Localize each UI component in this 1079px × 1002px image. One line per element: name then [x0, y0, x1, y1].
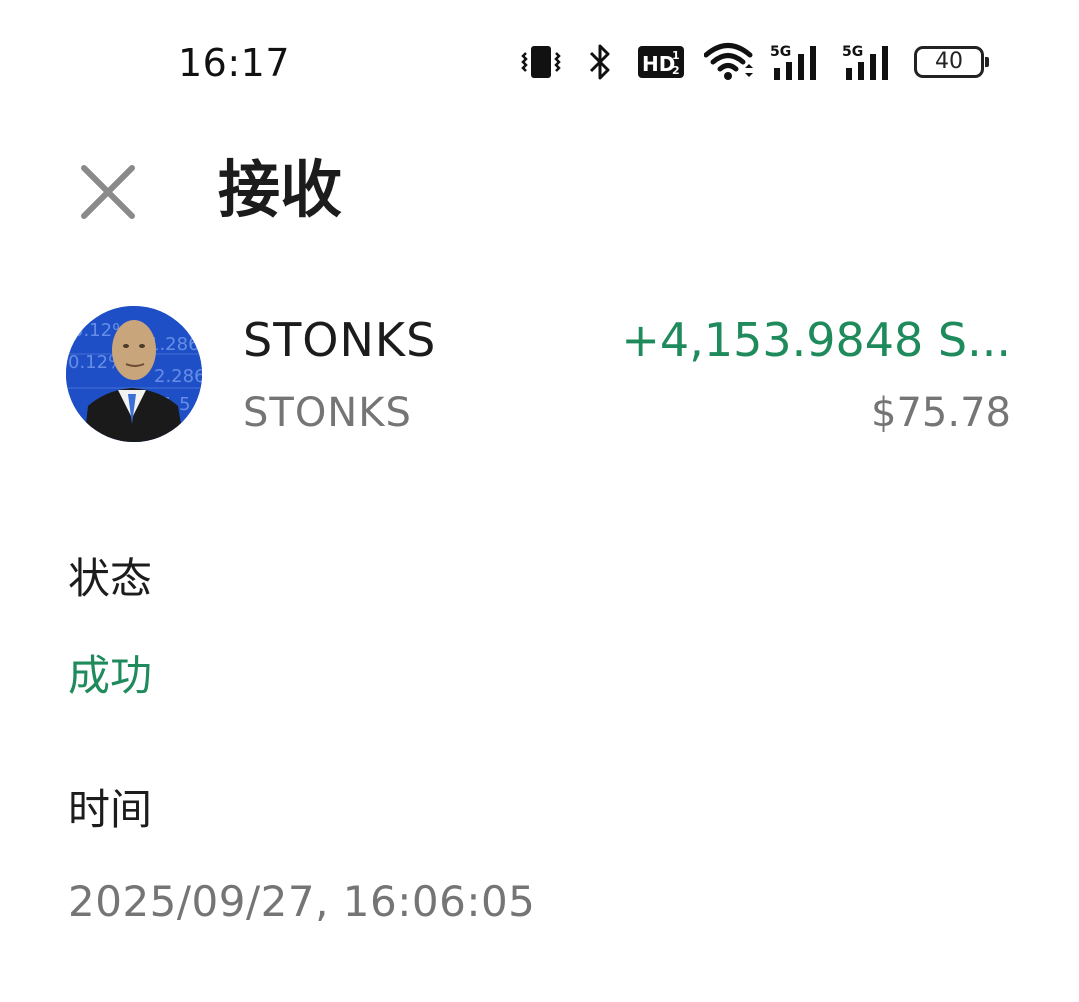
- close-button[interactable]: [70, 154, 146, 230]
- wifi-icon: [704, 42, 756, 82]
- svg-text:1: 1: [672, 49, 680, 62]
- svg-text:5G: 5G: [842, 44, 863, 60]
- status-label: 状态: [68, 554, 153, 603]
- token-name: STONKS: [243, 313, 437, 367]
- 5g-signal-icon: 5G: [770, 42, 824, 82]
- svg-text:5G: 5G: [770, 44, 791, 60]
- 5g-signal-icon-2: 5G: [842, 42, 896, 82]
- hd-voice-icon: HD 1 2: [638, 46, 684, 78]
- status-bar: 16:17 HD 1 2 5G 5G 40: [0, 0, 1079, 120]
- battery-level: 40: [935, 49, 963, 74]
- vibrate-icon: [520, 41, 562, 83]
- battery-icon: 40: [914, 46, 989, 78]
- status-time: 16:17: [178, 41, 291, 85]
- header: 接收: [0, 140, 1079, 240]
- received-amount: +4,153.9848 S...: [621, 313, 1011, 367]
- close-icon: [81, 165, 135, 219]
- svg-text:2: 2: [672, 64, 680, 77]
- token-symbol: STONKS: [243, 390, 412, 436]
- token-row: 0.12% 1.286 0.12% 2.286 1.5 STONKS STONK…: [0, 300, 1079, 450]
- time-value: 2025/09/27, 16:06:05: [68, 877, 536, 926]
- svg-text:2.286: 2.286: [154, 366, 202, 387]
- status-icons: HD 1 2 5G 5G 40: [520, 38, 989, 86]
- usd-value: $75.78: [871, 390, 1011, 436]
- svg-text:HD: HD: [642, 52, 675, 76]
- page-title: 接收: [218, 153, 343, 226]
- bluetooth-icon: [586, 41, 614, 83]
- stonks-avatar: 0.12% 1.286 0.12% 2.286 1.5: [66, 306, 202, 442]
- status-value: 成功: [68, 651, 153, 700]
- time-label: 时间: [68, 785, 153, 834]
